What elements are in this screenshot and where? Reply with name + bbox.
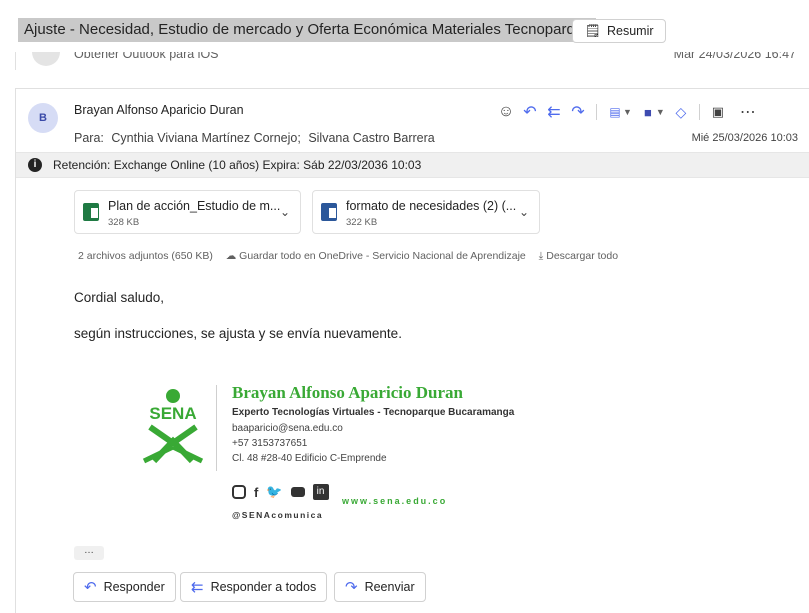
chevron-down-icon[interactable]: ▼ bbox=[623, 107, 632, 117]
message-actions: ☺ ↶ ⇇ ↷ ▤ ▼ ■ ▼ ◇ ▣ ⋯ bbox=[494, 100, 760, 124]
apps-icon[interactable]: ▣ bbox=[706, 100, 730, 124]
retention-bar: i Retención: Exchange Online (10 años) E… bbox=[16, 152, 809, 178]
signature-phone: +57 3153737651 bbox=[232, 438, 308, 449]
forward-label: Reenviar bbox=[364, 580, 415, 594]
attachments-toolbar: 2 archivos adjuntos (650 KB) ☁ Guardar t… bbox=[78, 250, 618, 263]
loop-icon[interactable]: ◇ bbox=[669, 100, 693, 124]
twitter-icon[interactable]: 🐦 bbox=[266, 484, 282, 500]
excel-file-icon bbox=[83, 203, 99, 221]
retention-text: Retención: Exchange Online (10 años) Exp… bbox=[53, 158, 422, 172]
attachment-card[interactable]: Plan de acción_Estudio de m... 328 KB ⌄ bbox=[74, 190, 301, 234]
summarize-button[interactable]: 🗒 Resumir bbox=[572, 19, 666, 43]
previous-message[interactable]: Obtener Outlook para iOS Mar 24/03/2026 … bbox=[15, 52, 809, 70]
chevron-down-icon[interactable]: ⌄ bbox=[280, 205, 290, 219]
signature-website[interactable]: www.sena.edu.co bbox=[342, 496, 447, 506]
reply-button[interactable]: ↶ Responder bbox=[73, 572, 176, 602]
sena-logo-text: SENA bbox=[149, 404, 196, 423]
divider bbox=[698, 104, 700, 120]
attachment-card[interactable]: formato de necesidades (2) (... 322 KB ⌄ bbox=[312, 190, 540, 234]
forward-icon: ↷ bbox=[345, 579, 358, 596]
signature-address: Cl. 48 #28-40 Edificio C-Emprende bbox=[232, 453, 387, 464]
sender-name[interactable]: Brayan Alfonso Aparicio Duran bbox=[74, 103, 244, 117]
forward-icon[interactable]: ↷ bbox=[566, 100, 590, 124]
email-subject: Ajuste - Necesidad, Estudio de mercado y… bbox=[18, 18, 596, 42]
reply-all-icon: ⇇ bbox=[191, 579, 204, 596]
signature-handle: @SENAcomunica bbox=[232, 510, 324, 520]
recipient[interactable]: Cynthia Viviana Martínez Cornejo; bbox=[111, 131, 300, 145]
summarize-icon: 🗒 bbox=[584, 23, 601, 38]
reaction-icon[interactable]: ☺ bbox=[494, 100, 518, 124]
recipient[interactable]: Silvana Castro Barrera bbox=[308, 131, 434, 145]
reply-icon[interactable]: ↶ bbox=[518, 100, 542, 124]
youtube-icon[interactable] bbox=[290, 487, 305, 497]
chevron-down-icon[interactable]: ⌄ bbox=[519, 205, 529, 219]
subject-bar: Ajuste - Necesidad, Estudio de mercado y… bbox=[0, 0, 809, 58]
forward-button[interactable]: ↷ Reenviar bbox=[334, 572, 426, 602]
body-text: según instrucciones, se ajusta y se enví… bbox=[74, 326, 402, 341]
cloud-icon: ☁ bbox=[225, 250, 237, 262]
social-links: f 🐦 in bbox=[232, 484, 329, 500]
attachment-name: formato de necesidades (2) (... bbox=[346, 199, 517, 213]
reply-all-icon[interactable]: ⇇ bbox=[542, 100, 566, 124]
summarize-label: Resumir bbox=[606, 24, 654, 38]
message-card: B Brayan Alfonso Aparicio Duran ☺ ↶ ⇇ ↷ … bbox=[15, 88, 809, 613]
facebook-icon[interactable]: f bbox=[254, 485, 258, 500]
reply-all-button[interactable]: ⇇ Responder a todos bbox=[180, 572, 328, 602]
reply-all-label: Responder a todos bbox=[210, 580, 317, 594]
info-icon: i bbox=[28, 158, 42, 172]
to-label: Para: bbox=[74, 131, 104, 145]
reply-icon: ↶ bbox=[84, 579, 97, 596]
previous-avatar bbox=[32, 52, 60, 66]
sena-logo: SENA bbox=[142, 389, 204, 464]
recipients-line: Para: Cynthia Viviana Martínez Cornejo; … bbox=[74, 131, 439, 145]
reply-label: Responder bbox=[103, 580, 165, 594]
signature-name: Brayan Alfonso Aparicio Duran bbox=[232, 383, 463, 402]
attachment-size: 322 KB bbox=[346, 217, 378, 228]
more-options-icon[interactable]: ⋯ bbox=[736, 100, 760, 124]
save-onedrive-link[interactable]: Guardar todo en OneDrive - Servicio Naci… bbox=[239, 250, 526, 262]
attachment-size: 328 KB bbox=[108, 217, 140, 228]
download-all-link[interactable]: Descargar todo bbox=[546, 250, 618, 262]
signature-role: Experto Tecnologías Virtuales - Tecnopar… bbox=[232, 407, 515, 418]
linkedin-icon[interactable]: in bbox=[312, 484, 329, 500]
download-icon: ⤓ bbox=[538, 250, 544, 262]
word-file-icon bbox=[321, 203, 337, 221]
signature-divider bbox=[216, 385, 217, 471]
message-date: Mié 25/03/2026 10:03 bbox=[691, 132, 798, 144]
show-quoted-text-button[interactable]: … bbox=[74, 546, 104, 560]
previous-preview: Obtener Outlook para iOS bbox=[74, 52, 219, 61]
divider bbox=[596, 104, 597, 120]
email-signature: SENA Brayan Alfonso Aparicio Duran Exper… bbox=[136, 381, 536, 541]
chevron-down-icon[interactable]: ▼ bbox=[656, 107, 665, 117]
attachments-summary: 2 archivos adjuntos (650 KB) bbox=[78, 250, 213, 262]
instagram-icon[interactable] bbox=[232, 485, 246, 499]
avatar[interactable]: B bbox=[28, 103, 58, 133]
greeting-text: Cordial saludo, bbox=[74, 290, 165, 305]
attachment-name: Plan de acción_Estudio de m... bbox=[108, 199, 281, 213]
previous-date: Mar 24/03/2026 16:47 bbox=[673, 52, 796, 61]
signature-email[interactable]: baaparicio@sena.edu.co bbox=[232, 423, 343, 434]
